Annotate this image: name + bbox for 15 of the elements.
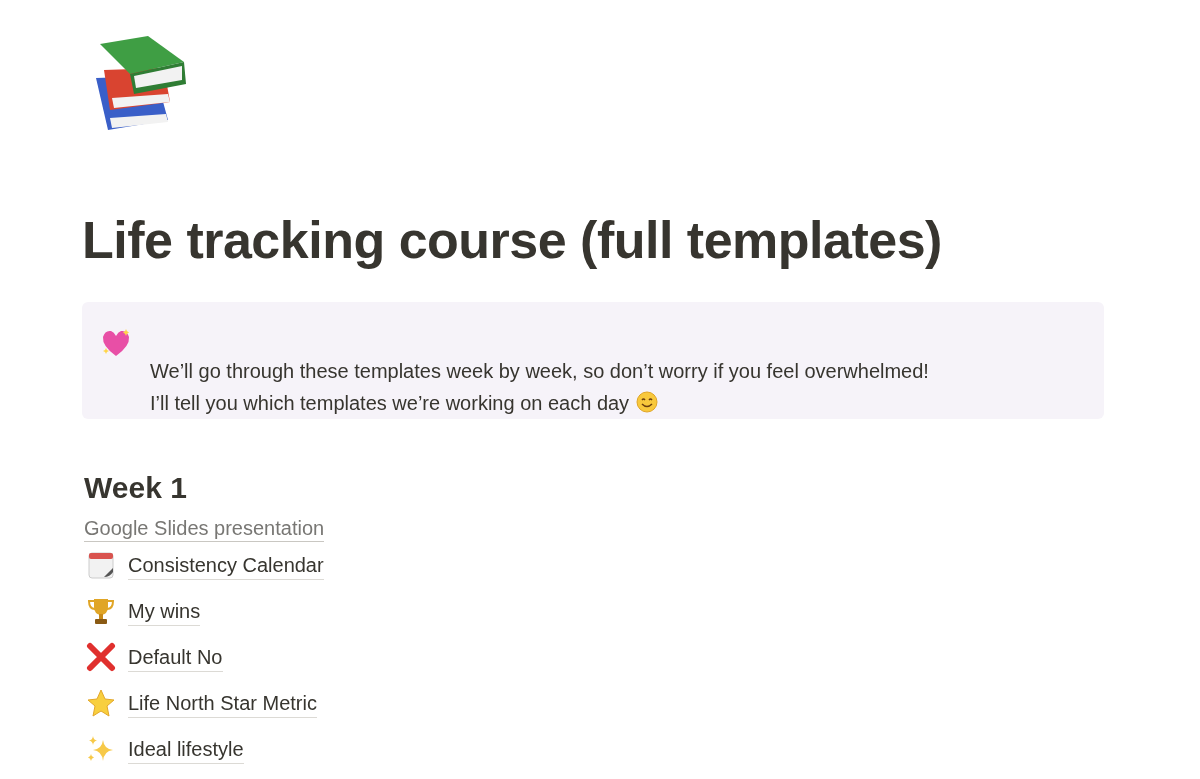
page-link[interactable]: My wins xyxy=(128,596,201,626)
trophy-icon xyxy=(86,596,116,626)
page-link[interactable]: Consistency Calendar xyxy=(128,550,324,580)
web-link[interactable]: Google Slides presentation xyxy=(84,515,325,542)
star-icon xyxy=(86,688,116,718)
page-link[interactable]: Life North Star Metric xyxy=(128,688,317,718)
page-title: Life tracking course (full templates) xyxy=(82,210,943,271)
page-link[interactable]: Default No xyxy=(128,642,223,672)
cross-icon xyxy=(86,642,116,672)
smiling-face-icon xyxy=(636,391,659,413)
page-link[interactable]: Ideal lifestyle xyxy=(128,734,244,764)
callout-text: We’ll go through these templates week by week, so don’t worry if you feel overwhelmed! I’ll tell you which templates we’re working on each day xyxy=(150,359,930,416)
section-heading: Week 1 xyxy=(84,470,188,506)
sparkling-heart-icon xyxy=(100,328,132,358)
calendar-icon xyxy=(86,550,116,580)
